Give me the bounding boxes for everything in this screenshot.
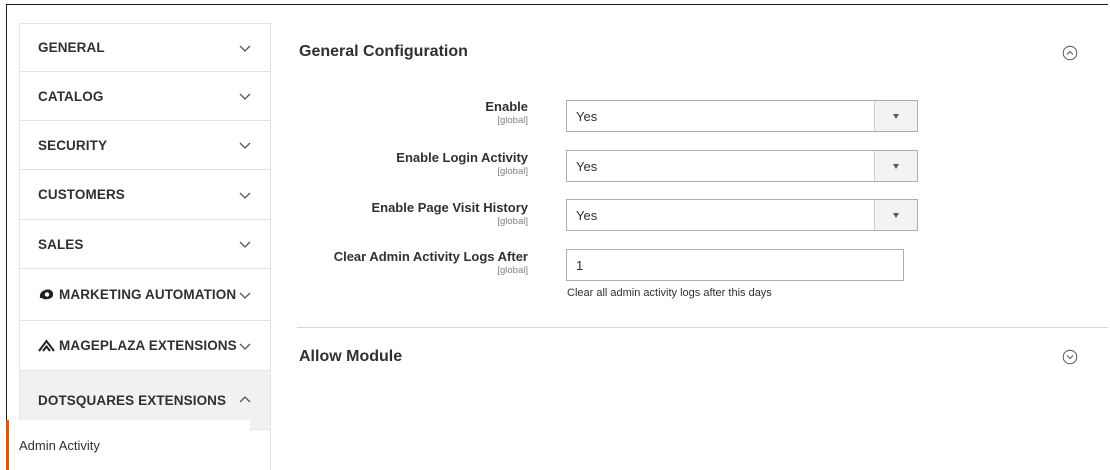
enable-page-visit-history-select[interactable]: Yes xyxy=(566,199,918,231)
chevron-up-icon xyxy=(239,396,251,403)
select-arrow xyxy=(874,101,917,131)
sidebar-subitem-label: Admin Activity xyxy=(19,437,100,453)
sidebar-item-sales[interactable]: SALES xyxy=(20,220,270,269)
sidebar-item-marketing-automation[interactable]: MARKETING AUTOMATION xyxy=(20,269,270,321)
chevron-down-icon xyxy=(239,343,251,350)
select-arrow xyxy=(874,200,917,230)
select-value: Yes xyxy=(576,108,598,124)
sidebar-item-label: MAGEPLAZA EXTENSIONS xyxy=(59,338,237,353)
caret-down-icon xyxy=(893,163,899,169)
sidebar-item-customers[interactable]: CUSTOMERS xyxy=(20,170,270,220)
sidebar-item-catalog[interactable]: CATALOG xyxy=(20,72,270,121)
field-label: Enable xyxy=(485,99,528,114)
clear-logs-note: Clear all admin activity logs after this… xyxy=(567,287,772,299)
sidebar-item-general[interactable]: GENERAL xyxy=(20,24,270,72)
select-value: Yes xyxy=(576,207,598,223)
sidebar-item-mageplaza-extensions[interactable]: MAGEPLAZA EXTENSIONS xyxy=(20,321,270,371)
scope-label: [global] xyxy=(497,166,528,177)
chevron-down-icon xyxy=(239,241,251,248)
field-login-activity-label-group: Enable Login Activity [global] xyxy=(268,150,528,177)
field-page-visit-history-label-group: Enable Page Visit History [global] xyxy=(268,200,528,227)
section-allow-module-title[interactable]: Allow Module xyxy=(299,348,402,366)
field-enable-label-group: Enable [global] xyxy=(268,99,528,126)
sidebar-item-label: GENERAL xyxy=(38,40,105,55)
enable-select[interactable]: Yes xyxy=(566,100,918,132)
sidebar-item-label: DOTSQUARES EXTENSIONS xyxy=(38,392,227,408)
chevron-down-icon xyxy=(239,292,251,299)
collapse-circle-icon[interactable] xyxy=(1062,45,1078,61)
field-label: Enable Login Activity xyxy=(396,150,528,165)
config-sidebar: GENERAL CATALOG SECURITY CUSTOMERS SALES… xyxy=(19,23,271,470)
sidebar-item-label: MARKETING AUTOMATION xyxy=(59,287,237,302)
chevron-down-icon xyxy=(239,45,251,52)
enable-login-activity-select[interactable]: Yes xyxy=(566,150,918,182)
sidebar-item-label: SECURITY xyxy=(38,137,108,153)
sidebar-item-label: SALES xyxy=(38,236,84,252)
caret-down-icon xyxy=(893,212,899,218)
section-divider xyxy=(297,327,1108,328)
sidebar-item-label: CUSTOMERS xyxy=(38,187,125,202)
scope-label: [global] xyxy=(497,216,528,227)
sidebar-item-security[interactable]: SECURITY xyxy=(20,121,270,170)
chevron-down-icon xyxy=(239,192,251,199)
marketing-automation-icon xyxy=(39,289,54,300)
field-clear-logs-label-group: Clear Admin Activity Logs After [global] xyxy=(268,249,528,276)
scope-label: [global] xyxy=(497,265,528,276)
sidebar-item-label: CATALOG xyxy=(38,88,104,104)
caret-down-icon xyxy=(893,113,899,119)
select-arrow xyxy=(874,151,917,181)
scope-label: [global] xyxy=(497,115,528,126)
chevron-down-icon xyxy=(239,142,251,149)
clear-logs-days-input[interactable] xyxy=(566,249,904,281)
section-general-configuration-title[interactable]: General Configuration xyxy=(299,43,468,61)
field-label: Enable Page Visit History xyxy=(371,200,528,215)
expand-circle-icon[interactable] xyxy=(1062,349,1078,365)
mageplaza-icon xyxy=(38,339,55,352)
chevron-down-icon xyxy=(239,93,251,100)
select-value: Yes xyxy=(576,158,598,174)
sidebar-subitem-admin-activity[interactable]: Admin Activity xyxy=(6,420,250,470)
field-label: Clear Admin Activity Logs After xyxy=(333,249,528,264)
